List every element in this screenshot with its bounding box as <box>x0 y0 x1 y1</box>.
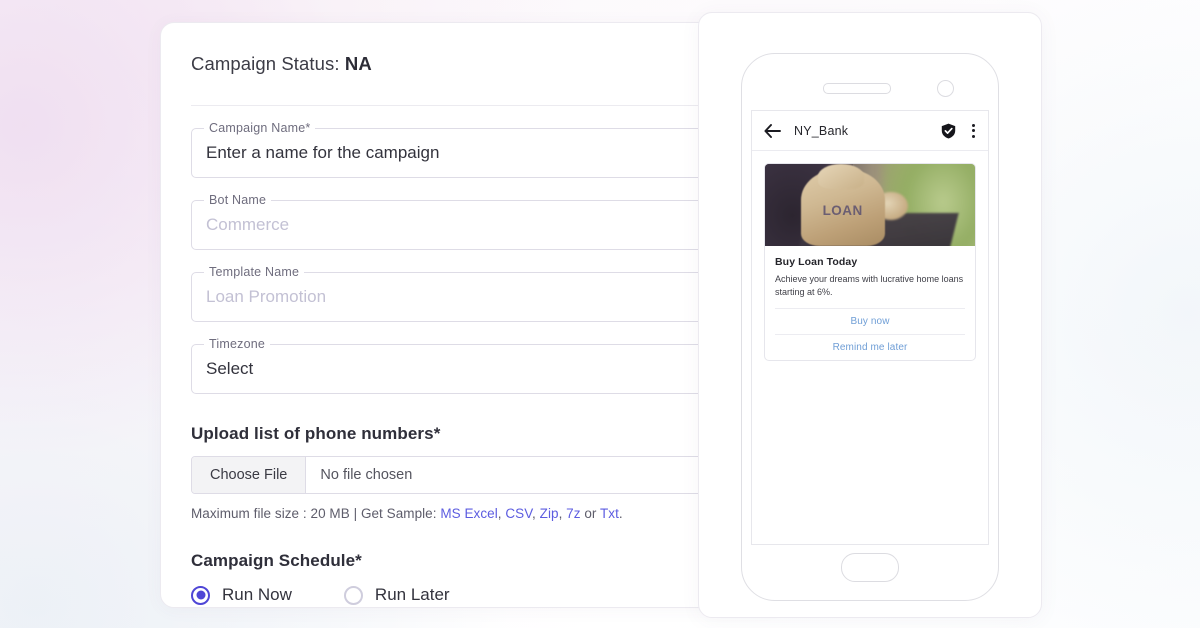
timezone-label: Timezone <box>204 337 271 351</box>
upload-section-title: Upload list of phone numbers* <box>191 424 441 443</box>
sample-link-7z[interactable]: 7z <box>566 506 580 521</box>
card-body: Buy Loan Today Achieve your dreams with … <box>765 246 975 360</box>
hero-loan-text: LOAN <box>822 203 863 219</box>
phone-mockup: NY_Bank LOAN Buy Loan Today Achieve your… <box>741 53 999 601</box>
campaign-form: Campaign Status: NA Campaign Name* Enter… <box>161 23 781 605</box>
app-bar-title: NY_Bank <box>794 123 849 138</box>
file-hint-prefix: Maximum file size : 20 MB | Get Sample: <box>191 506 441 521</box>
phone-speaker <box>823 83 891 94</box>
template-name-input[interactable]: Loan Promotion <box>206 287 326 307</box>
campaign-name-field[interactable]: Campaign Name* Enter a name for the camp… <box>191 121 751 178</box>
header-divider <box>191 105 751 106</box>
kebab-dot-1 <box>972 123 975 127</box>
bot-name-input[interactable]: Commerce <box>206 215 289 235</box>
template-name-label: Template Name <box>204 265 305 279</box>
sample-link-ms-excel[interactable]: MS Excel <box>440 506 497 521</box>
phone-screen: NY_Bank LOAN Buy Loan Today Achieve your… <box>751 110 989 545</box>
card-title: Buy Loan Today <box>775 256 858 268</box>
card-description: Achieve your dreams with lucrative home … <box>775 274 964 298</box>
bot-name-label: Bot Name <box>204 193 272 207</box>
template-name-field[interactable]: Template Name Loan Promotion <box>191 265 751 322</box>
radio-run-now-label: Run Now <box>222 585 292 604</box>
campaign-status-value: NA <box>344 53 372 74</box>
card-hero-image: LOAN <box>765 164 975 246</box>
campaign-name-input[interactable]: Enter a name for the campaign <box>206 143 439 163</box>
arrow-left-icon[interactable] <box>764 123 781 138</box>
campaign-name-label: Campaign Name* <box>204 121 316 135</box>
hint-or: or <box>580 506 600 521</box>
timezone-select[interactable]: Select <box>206 359 253 379</box>
card-actions: Buy now Remind me later <box>775 308 965 360</box>
radio-unselected-icon[interactable] <box>343 585 363 605</box>
kebab-dot-2 <box>972 129 975 132</box>
campaign-form-panel: Campaign Status: NA Campaign Name* Enter… <box>160 22 782 608</box>
schedule-section-title: Campaign Schedule* <box>191 551 362 570</box>
file-size-hint: Maximum file size : 20 MB | Get Sample: … <box>191 506 751 521</box>
kebab-menu-icon[interactable] <box>972 123 976 138</box>
phone-camera-icon <box>937 80 954 97</box>
card-action-remind-me-later[interactable]: Remind me later <box>775 334 965 360</box>
shield-check-icon <box>941 123 956 138</box>
kebab-dot-3 <box>972 134 975 138</box>
hero-money-bag-neck <box>817 164 864 189</box>
campaign-status: Campaign Status: NA <box>191 53 751 75</box>
choose-file-button[interactable]: Choose File <box>192 457 307 493</box>
radio-run-later-label: Run Later <box>374 585 450 604</box>
sample-link-zip[interactable]: Zip <box>540 506 559 521</box>
sample-link-csv[interactable]: CSV <box>505 506 532 521</box>
schedule-radio-group: Run Now Run Later <box>191 585 751 605</box>
file-upload-row[interactable]: Choose File No file chosen <box>191 456 751 494</box>
radio-run-now[interactable]: Run Now <box>191 585 292 605</box>
radio-run-later[interactable]: Run Later <box>343 585 450 605</box>
phone-home-button[interactable] <box>841 553 899 582</box>
sample-link-txt[interactable]: Txt <box>600 506 619 521</box>
campaign-status-label: Campaign Status: <box>191 53 340 74</box>
chosen-file-name: No file chosen <box>320 467 413 483</box>
card-action-buy-now[interactable]: Buy now <box>775 308 965 334</box>
app-bar: NY_Bank <box>752 111 988 151</box>
radio-selected-icon[interactable] <box>191 585 210 605</box>
sep-2: , <box>532 506 540 521</box>
preview-panel: NY_Bank LOAN Buy Loan Today Achieve your… <box>698 12 1042 618</box>
rich-message-card: LOAN Buy Loan Today Achieve your dreams … <box>764 163 976 362</box>
timezone-field[interactable]: Timezone Select <box>191 337 751 394</box>
bot-name-field[interactable]: Bot Name Commerce <box>191 193 751 250</box>
hint-end: . <box>618 506 623 521</box>
